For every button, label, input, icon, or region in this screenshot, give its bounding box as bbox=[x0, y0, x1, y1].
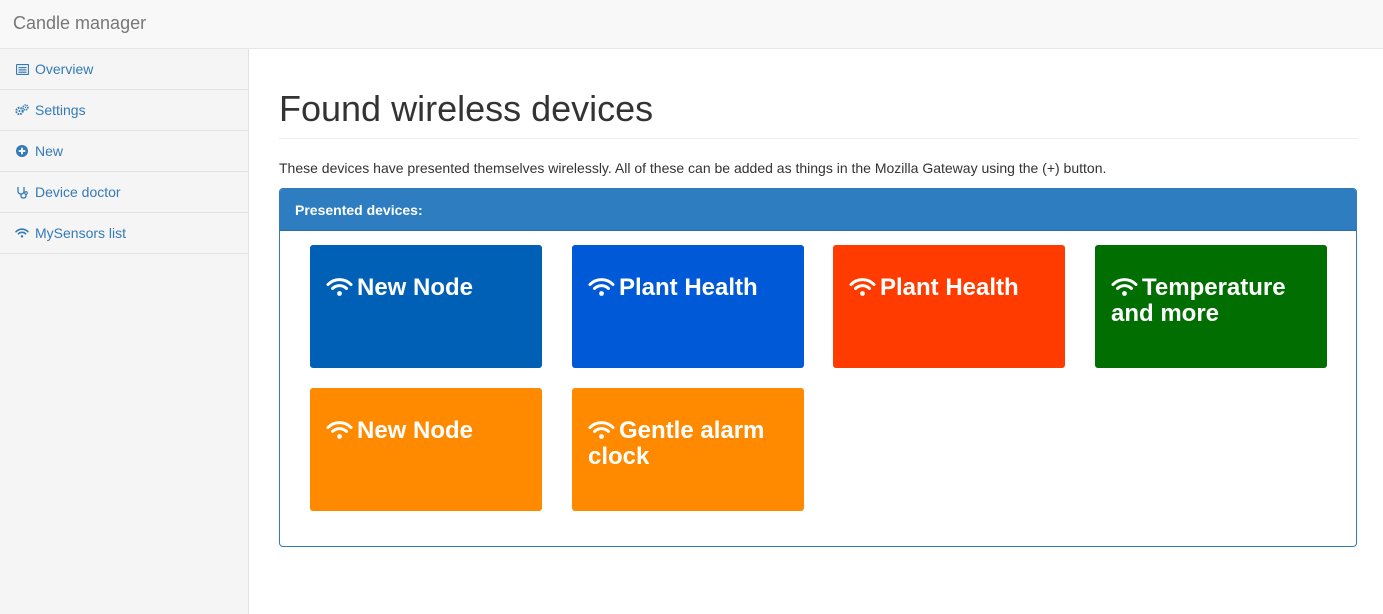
wifi-icon bbox=[326, 421, 353, 439]
device-card[interactable]: New Node bbox=[310, 245, 542, 368]
device-name: Plant Health bbox=[619, 274, 758, 301]
wifi-icon bbox=[849, 278, 876, 296]
wifi-icon bbox=[588, 278, 615, 296]
wifi-icon bbox=[1111, 278, 1138, 296]
sidebar-item-label: Overview bbox=[35, 61, 94, 77]
top-navbar: Candle manager bbox=[0, 0, 1383, 49]
list-icon bbox=[15, 62, 29, 76]
sidebar: Overview Settings New Device doctor MySe… bbox=[0, 49, 249, 614]
device-card[interactable]: Plant Health bbox=[572, 245, 804, 368]
sidebar-item-device-doctor[interactable]: Device doctor bbox=[0, 172, 248, 213]
app-title[interactable]: Candle manager bbox=[13, 13, 146, 34]
wifi-icon bbox=[15, 226, 29, 240]
main-content: Found wireless devices These devices hav… bbox=[279, 49, 1357, 547]
gears-icon bbox=[15, 103, 29, 117]
device-card[interactable]: Gentle alarm clock bbox=[572, 388, 804, 511]
wifi-icon bbox=[326, 278, 353, 296]
plus-circle-icon bbox=[15, 144, 29, 158]
device-card[interactable]: Temperature and more bbox=[1095, 245, 1327, 368]
device-name: New Node bbox=[357, 274, 474, 301]
wifi-icon bbox=[588, 421, 615, 439]
sidebar-item-new[interactable]: New bbox=[0, 131, 248, 172]
sidebar-item-label: New bbox=[35, 143, 64, 159]
intro-text: These devices have presented themselves … bbox=[279, 159, 1107, 176]
device-name: New Node bbox=[357, 417, 474, 444]
panel-heading: Presented devices: bbox=[280, 189, 1356, 231]
stethoscope-icon bbox=[15, 185, 29, 199]
sidebar-item-settings[interactable]: Settings bbox=[0, 90, 248, 131]
device-card[interactable]: New Node bbox=[310, 388, 542, 511]
sidebar-item-mysensors-list[interactable]: MySensors list bbox=[0, 213, 248, 254]
sidebar-item-label: MySensors list bbox=[35, 225, 127, 241]
page-title: Found wireless devices bbox=[279, 89, 1357, 139]
device-name: Plant Health bbox=[880, 274, 1019, 301]
sidebar-item-label: Settings bbox=[35, 102, 86, 118]
device-card[interactable]: Plant Health bbox=[833, 245, 1065, 368]
presented-devices-panel: Presented devices: New Node Plant Health… bbox=[279, 188, 1357, 547]
sidebar-item-label: Device doctor bbox=[35, 184, 121, 200]
sidebar-item-overview[interactable]: Overview bbox=[0, 49, 248, 90]
